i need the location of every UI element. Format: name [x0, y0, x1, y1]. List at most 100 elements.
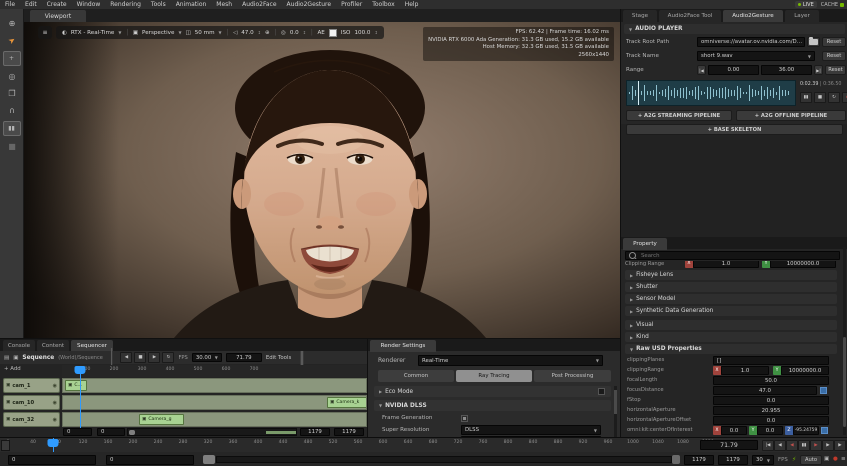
stepper-icon[interactable]: ↕	[258, 30, 261, 35]
sequence-list-icon[interactable]: ▤	[4, 355, 9, 361]
menu-window[interactable]: Window	[72, 0, 106, 9]
a2g-offline-pipeline-button[interactable]: + A2G OFFLINE PIPELINE	[736, 110, 846, 121]
timeline-zoom-handle-right[interactable]	[672, 455, 680, 464]
base-skeleton-button[interactable]: + BASE SKELETON	[626, 124, 843, 135]
sequencer-playhead-line[interactable]	[80, 366, 81, 428]
timeline-zoom-handle-left[interactable]	[203, 455, 215, 464]
prev-keyframe-button[interactable]: ◀	[774, 440, 786, 451]
track-row-cam-1[interactable]: ▣C...	[62, 378, 367, 393]
exposure-value[interactable]: 0.0	[290, 30, 299, 36]
menu-animation[interactable]: Animation	[171, 0, 212, 9]
menu-icon[interactable]: ≡	[841, 456, 846, 462]
sequencer-ruler[interactable]: 100200300400500600700	[62, 365, 367, 377]
track-header-cam-1[interactable]: ▣ cam_1 ◉	[3, 378, 60, 393]
current-frame-field[interactable]: 71.79	[226, 353, 262, 362]
visibility-icon[interactable]: ◉	[53, 383, 57, 389]
renderer-selector[interactable]: RTX - Real-Time	[71, 30, 115, 36]
scale-tool[interactable]: ◎	[0, 68, 24, 85]
seq-end-field-b[interactable]: 1179	[334, 428, 364, 436]
a2g-streaming-pipeline-button[interactable]: + A2G STREAMING PIPELINE	[626, 110, 732, 121]
link-icon[interactable]	[820, 387, 827, 394]
centerOfInterest-z-field[interactable]: -95.24759	[793, 426, 819, 435]
super-resolution-dropdown[interactable]: DLSS▼	[461, 425, 601, 435]
focus-target-icon[interactable]: ⊕	[265, 30, 270, 36]
clippingRange-x-field[interactable]: 1.0	[721, 366, 769, 375]
property-scrollbar[interactable]	[843, 247, 846, 435]
visibility-icon[interactable]: ◉	[53, 417, 57, 423]
clipping-range-x-field[interactable]: 1.0	[693, 261, 759, 268]
clip-cam-32[interactable]: ▣Camera_g	[139, 414, 184, 425]
visibility-icon[interactable]: ◉	[53, 400, 57, 406]
audio-player-header[interactable]: ▼ AUDIO PLAYER	[624, 24, 845, 34]
track-name-dropdown[interactable]: short 9.wav▼	[697, 51, 815, 61]
menu-create[interactable]: Create	[42, 0, 72, 9]
tab-stage[interactable]: Stage	[623, 10, 657, 22]
menu-profiler[interactable]: Profiler	[336, 0, 367, 9]
viewport-menu-icon[interactable]: ≡	[38, 26, 52, 39]
range-skip-end-button[interactable]: ▶|	[814, 65, 823, 75]
next-frame-button[interactable]: ▶	[810, 440, 822, 451]
tab-viewport[interactable]: Viewport	[30, 10, 86, 22]
live-badge[interactable]: LIVE	[795, 1, 817, 8]
centerOfInterest-x-field[interactable]: 0.0	[721, 426, 747, 435]
white-balance-swatch[interactable]	[329, 29, 337, 37]
scrollbar-thumb[interactable]	[843, 337, 846, 427]
range-skip-start-button[interactable]: |◀	[697, 65, 706, 75]
track-header-cam-32[interactable]: ▣ cam_32 ◉	[3, 412, 60, 427]
stop-render-tool[interactable]: ■	[0, 138, 24, 155]
iso-value[interactable]: 100.0	[354, 30, 370, 36]
seq-transport-1[interactable]: ■	[134, 352, 146, 363]
tab-ray-tracing[interactable]: Ray Tracing	[456, 370, 532, 382]
sequencer-playhead-flag[interactable]	[75, 366, 86, 374]
property-search[interactable]	[625, 251, 840, 260]
tab-audio2gesture[interactable]: Audio2Gesture	[723, 10, 783, 22]
frame-generation-checkbox[interactable]	[461, 415, 468, 422]
section-sensor-model[interactable]: ▶Sensor Model	[625, 294, 837, 304]
render-mode-icon[interactable]: ◐	[62, 30, 67, 36]
seq-range-offset-field[interactable]: 0	[97, 428, 125, 436]
tab-common[interactable]: Common	[378, 370, 454, 382]
auto-button[interactable]: Auto	[800, 455, 822, 465]
clip-cam-10[interactable]: ▣Camera_k	[327, 397, 367, 408]
menu-edit[interactable]: Edit	[20, 0, 42, 9]
fps-dropdown[interactable]: 30▼	[752, 455, 774, 465]
clippingRange-y-field[interactable]: 10000000.0	[781, 366, 829, 375]
jump-start-button[interactable]: |◀	[762, 440, 774, 451]
track-row-cam-32[interactable]: ▣Camera_g	[62, 412, 367, 427]
section-eco-mode[interactable]: ▶ Eco Mode	[374, 386, 611, 397]
timeline-offset-field[interactable]: 0	[106, 455, 194, 465]
horizontalAperture-field[interactable]: 20.955	[713, 406, 829, 415]
rotate-tool[interactable]: ∩	[0, 102, 24, 119]
horizontalApertureOffset-field[interactable]: 0.0	[713, 416, 829, 425]
timeline-end-field-a[interactable]: 1179	[684, 455, 714, 465]
track-name-reset-button[interactable]: Reset	[822, 51, 846, 61]
tab-render-settings[interactable]: Render Settings	[370, 340, 436, 352]
menu-rendering[interactable]: Rendering	[105, 0, 146, 9]
camera-icon[interactable]: ▣	[13, 355, 18, 361]
audio-record-button[interactable]: ●	[842, 92, 847, 103]
fStop-field[interactable]: 0.0	[713, 396, 829, 405]
timeline-corner-box[interactable]	[1, 440, 10, 451]
menu-audio2gesture[interactable]: Audio2Gesture	[282, 0, 337, 9]
add-track-button[interactable]: + Add	[4, 366, 21, 372]
capture-icon[interactable]: ▣	[824, 456, 829, 462]
section-kind[interactable]: ▶Kind	[625, 332, 837, 342]
section-raw-usd-properties[interactable]: ▼Raw USD Properties	[625, 344, 837, 354]
clippingPlanes-field[interactable]: []	[713, 356, 829, 365]
menu-tools[interactable]: Tools	[146, 0, 171, 9]
seq-scrollbar-handle[interactable]	[129, 430, 135, 435]
seq-transport-3[interactable]: ↻	[162, 352, 174, 363]
range-end-field[interactable]: 36.00	[761, 65, 812, 75]
ae-label[interactable]: AE	[317, 30, 324, 36]
pause-render-tool[interactable]: ▮▮	[3, 121, 21, 136]
search-input[interactable]	[639, 252, 823, 260]
next-keyframe-button[interactable]: ▶	[822, 440, 834, 451]
link-icon[interactable]	[821, 427, 828, 434]
render-settings-scrollbar[interactable]	[614, 386, 617, 439]
scrollbar-thumb[interactable]	[614, 390, 617, 414]
focal-value[interactable]: 47.0	[241, 30, 253, 36]
cache-indicator[interactable]: CACHE	[821, 2, 844, 8]
tab-post-processing[interactable]: Post Processing	[534, 370, 611, 382]
section-visual[interactable]: ▶Visual	[625, 320, 837, 330]
range-start-field[interactable]: 0.00	[708, 65, 759, 75]
